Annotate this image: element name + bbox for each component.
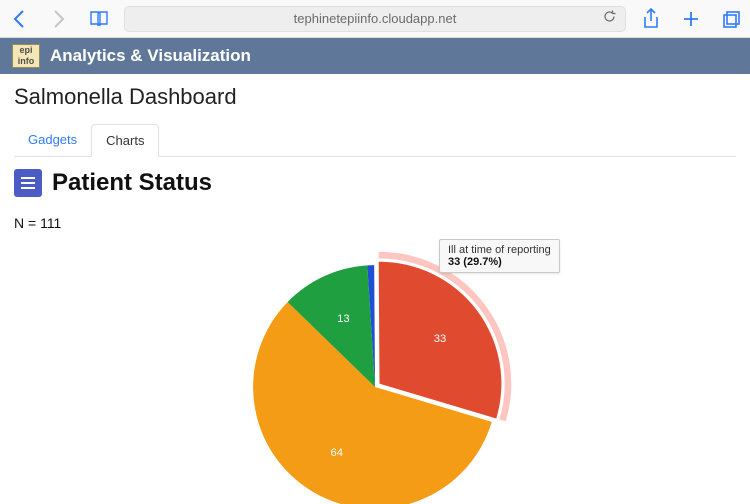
tooltip-label: Ill at time of reporting [448, 244, 551, 256]
back-icon[interactable] [8, 8, 30, 30]
url-text: tephinetepiinfo.cloudapp.net [294, 11, 457, 26]
page-content: Salmonella Dashboard Gadgets Charts Pati… [0, 74, 750, 504]
url-bar[interactable]: tephinetepiinfo.cloudapp.net [124, 6, 626, 32]
tab-bar: Gadgets Charts [14, 124, 736, 157]
share-icon[interactable] [640, 8, 662, 30]
slice-value-label: 33 [434, 333, 447, 345]
slice-value-label: 64 [330, 447, 343, 459]
app-logo: epiinfo [12, 44, 40, 68]
tooltip-value: 33 (29.7%) [448, 256, 551, 268]
app-banner: epiinfo Analytics & Visualization [0, 38, 750, 74]
tab-charts[interactable]: Charts [91, 124, 159, 157]
banner-title: Analytics & Visualization [50, 46, 251, 66]
reload-icon[interactable] [602, 9, 617, 29]
bookmarks-icon[interactable] [88, 8, 110, 30]
slice-value-label: 13 [337, 313, 350, 325]
dashboard-title: Salmonella Dashboard [14, 84, 736, 110]
section-menu-icon[interactable] [14, 169, 42, 197]
forward-icon[interactable] [48, 8, 70, 30]
section-title: Patient Status [52, 169, 212, 197]
n-label: N = 111 [14, 215, 736, 231]
tabs-icon[interactable] [720, 8, 742, 30]
chart-tooltip: Ill at time of reporting 33 (29.7%) [439, 239, 560, 273]
new-tab-icon[interactable] [680, 8, 702, 30]
browser-toolbar: tephinetepiinfo.cloudapp.net [0, 0, 750, 38]
tab-gadgets[interactable]: Gadgets [14, 124, 91, 156]
pie-chart: 33 64 13 Ill at time of reporting 33 (29.7… [14, 231, 736, 504]
